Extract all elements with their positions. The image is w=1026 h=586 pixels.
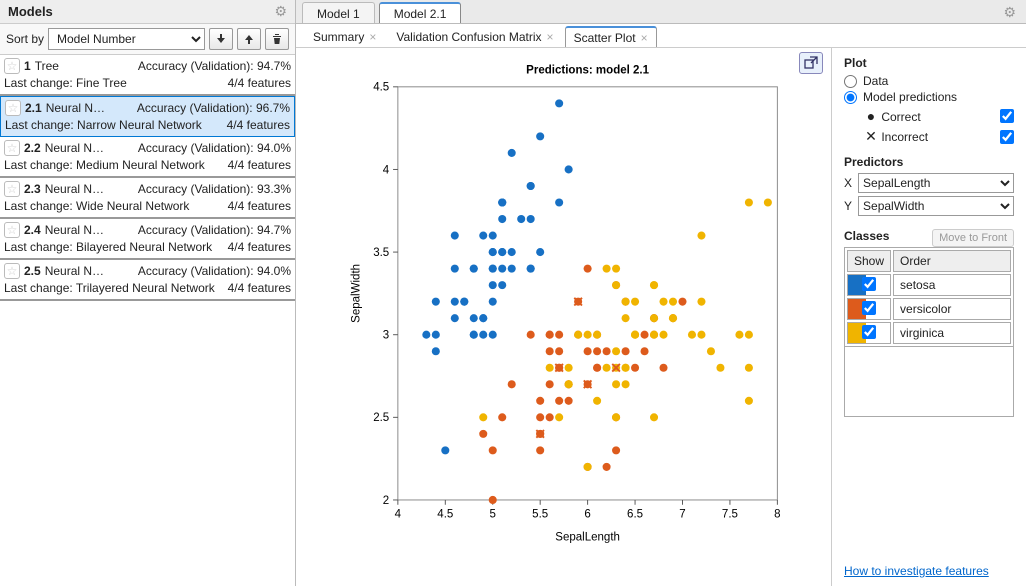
th-show: Show — [847, 250, 891, 272]
gear-icon[interactable]: ⚙ — [1003, 4, 1016, 21]
class-row[interactable]: setosa — [847, 274, 1011, 296]
svg-text:4: 4 — [395, 508, 402, 520]
gear-icon[interactable]: ⚙ — [274, 3, 287, 20]
toggle-correct[interactable] — [1000, 109, 1014, 123]
svg-text:6.5: 6.5 — [627, 508, 643, 520]
dot-icon: ● — [864, 108, 878, 124]
sort-row: Sort by Model Number — [0, 24, 295, 55]
svg-text:4: 4 — [383, 164, 390, 176]
sub-tab[interactable]: Summary× — [304, 26, 385, 47]
svg-text:3.5: 3.5 — [373, 247, 389, 259]
classes-empty-area — [844, 347, 1014, 417]
sort-ascending-button[interactable] — [237, 28, 261, 50]
y-label: Y — [844, 199, 852, 213]
content-row: 4 4.5 5 5.5 6 6.5 7 7.5 8 2 2.5 3 3.5 4 4.5 SepalLength… — [296, 48, 1026, 586]
class-row[interactable]: versicolor — [847, 298, 1011, 320]
star-icon[interactable]: ☆ — [4, 181, 20, 197]
class-toggle[interactable] — [862, 277, 876, 291]
class-toggle[interactable] — [862, 325, 876, 339]
radio-data[interactable]: Data — [844, 74, 1014, 88]
delete-button[interactable] — [265, 28, 289, 50]
close-icon[interactable]: × — [369, 30, 376, 44]
svg-text:2: 2 — [383, 495, 389, 507]
predictors-section-title: Predictors — [844, 155, 1014, 169]
scatter-chart: 4 4.5 5 5.5 6 6.5 7 7.5 8 2 2.5 3 3.5 4 4.5 SepalLength… — [336, 58, 796, 548]
x-icon: ✕ — [864, 128, 878, 145]
x-label: X — [844, 176, 852, 190]
model-item[interactable]: ☆ 1 Tree Accuracy (Validation): 94.7% La… — [0, 55, 295, 96]
help-link[interactable]: How to investigate features — [844, 554, 1014, 578]
star-icon[interactable]: ☆ — [4, 263, 20, 279]
editor-tabs: Model 1Model 2.1 ⚙ — [296, 0, 1026, 24]
svg-text:SepalLength: SepalLength — [555, 531, 620, 543]
class-toggle[interactable] — [862, 301, 876, 315]
editor-tab[interactable]: Model 2.1 — [379, 2, 462, 23]
plot-area: 4 4.5 5 5.5 6 6.5 7 7.5 8 2 2.5 3 3.5 4 4.5 SepalLength… — [296, 48, 831, 586]
models-panel: Models ⚙ Sort by Model Number ☆ 1 Tree A… — [0, 0, 296, 586]
star-icon[interactable]: ☆ — [5, 100, 21, 116]
sort-label: Sort by — [6, 32, 44, 46]
editor-area: Model 1Model 2.1 ⚙ Summary×Validation Con… — [296, 0, 1026, 586]
svg-text:4.5: 4.5 — [437, 508, 453, 520]
svg-text:7: 7 — [679, 508, 685, 520]
model-list: ☆ 1 Tree Accuracy (Validation): 94.7% La… — [0, 55, 295, 586]
classes-table: ShowOrder setosaversicolorvirginica — [844, 247, 1014, 347]
radio-model-predictions[interactable]: Model predictions — [844, 90, 1014, 104]
popout-button[interactable] — [799, 52, 823, 74]
plot-options-panel: Plot Data Model predictions ● Correct ✕ … — [831, 48, 1026, 586]
svg-text:4.5: 4.5 — [373, 82, 389, 94]
models-panel-header: Models ⚙ — [0, 0, 295, 24]
editor-tab[interactable]: Model 1 — [302, 2, 375, 23]
svg-text:2.5: 2.5 — [373, 412, 389, 424]
model-item[interactable]: ☆ 2.5 Neural Net... Accuracy (Validation… — [0, 260, 295, 301]
sort-descending-button[interactable] — [209, 28, 233, 50]
star-icon[interactable]: ☆ — [4, 58, 20, 74]
classes-section-title: Classes — [844, 229, 889, 243]
close-icon[interactable]: × — [641, 31, 648, 45]
toggle-incorrect[interactable] — [1000, 130, 1014, 144]
svg-text:SepalWidth: SepalWidth — [350, 264, 362, 323]
svg-text:5: 5 — [490, 508, 496, 520]
svg-text:3: 3 — [383, 330, 389, 342]
legend-correct-row: ● Correct — [864, 108, 1014, 124]
sub-tab[interactable]: Validation Confusion Matrix× — [387, 26, 562, 47]
svg-text:7.5: 7.5 — [722, 508, 738, 520]
sub-tabs: Summary×Validation Confusion Matrix×Scat… — [296, 24, 1026, 48]
legend-incorrect-row: ✕ Incorrect — [864, 128, 1014, 145]
class-row[interactable]: virginica — [847, 322, 1011, 344]
svg-text:6: 6 — [584, 508, 590, 520]
close-icon[interactable]: × — [547, 30, 554, 44]
svg-text:Predictions: model 2.1: Predictions: model 2.1 — [526, 64, 649, 76]
svg-text:8: 8 — [774, 508, 780, 520]
model-item[interactable]: ☆ 2.3 Neural Net... Accuracy (Validation… — [0, 178, 295, 219]
x-predictor-select[interactable]: SepalLength — [858, 173, 1014, 193]
model-item[interactable]: ☆ 2.4 Neural Net... Accuracy (Validation… — [0, 219, 295, 260]
sort-select[interactable]: Model Number — [48, 28, 205, 50]
star-icon[interactable]: ☆ — [4, 222, 20, 238]
model-item[interactable]: ☆ 2.1 Neural Ne... Accuracy (Validation)… — [0, 96, 295, 137]
svg-text:5.5: 5.5 — [532, 508, 548, 520]
model-item[interactable]: ☆ 2.2 Neural Net... Accuracy (Validation… — [0, 137, 295, 178]
move-to-front-button[interactable]: Move to Front — [932, 229, 1014, 247]
plot-section-title: Plot — [844, 56, 1014, 70]
th-order: Order — [893, 250, 1011, 272]
sub-tab[interactable]: Scatter Plot× — [565, 26, 657, 47]
models-title: Models — [8, 4, 53, 19]
y-predictor-select[interactable]: SepalWidth — [858, 196, 1014, 216]
star-icon[interactable]: ☆ — [4, 140, 20, 156]
